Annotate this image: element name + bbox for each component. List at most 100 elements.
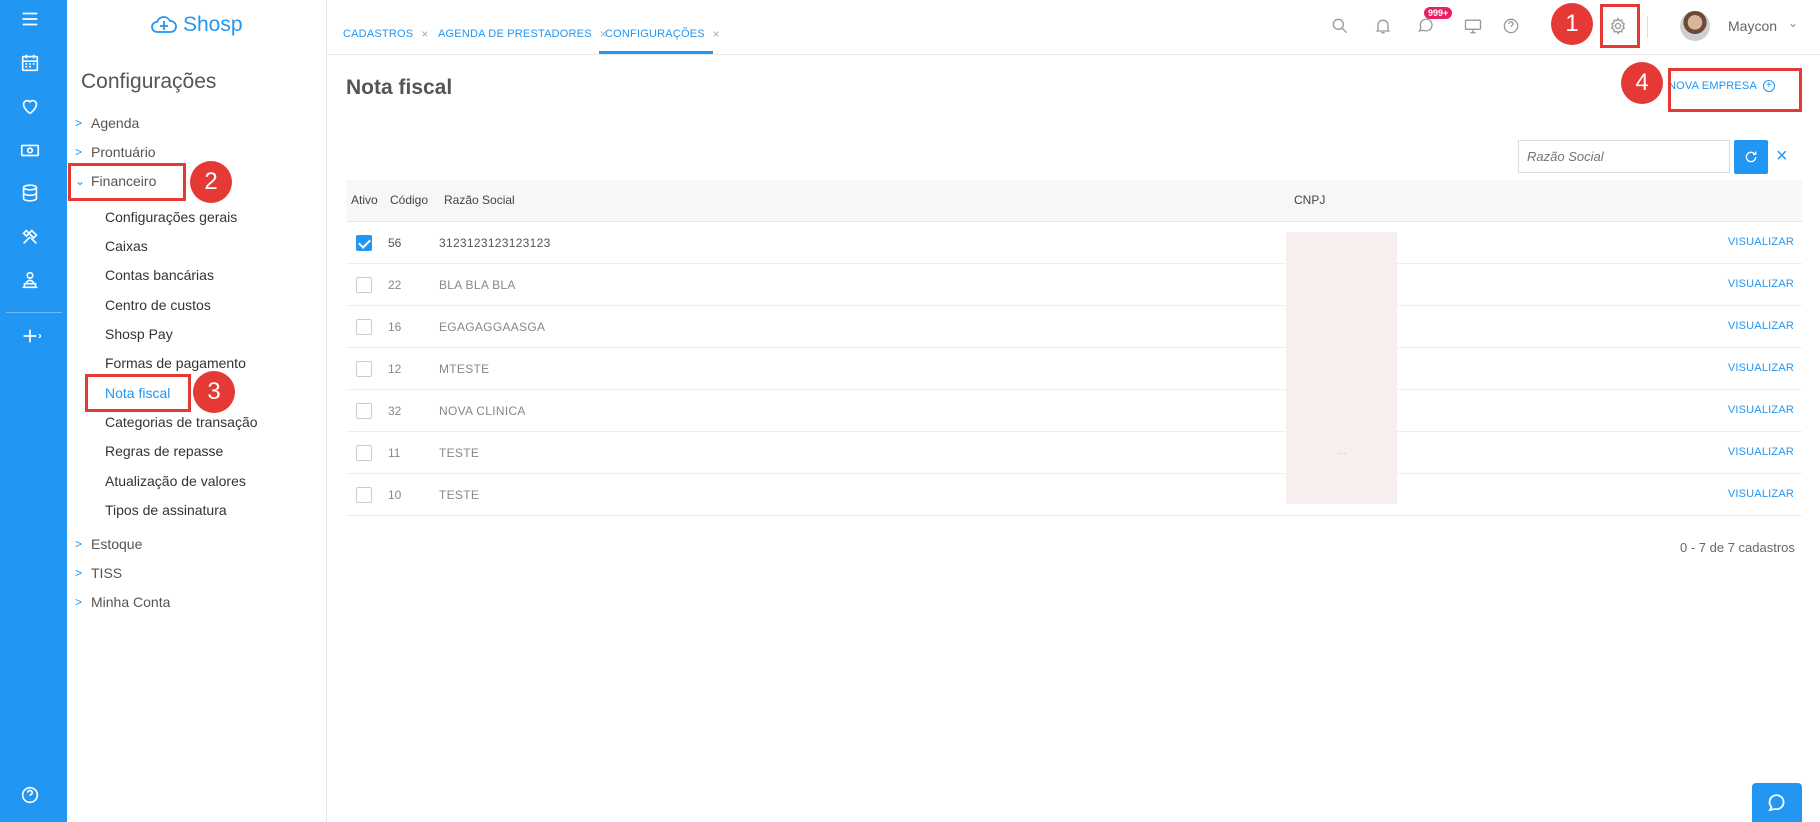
row-code: 56 [388, 236, 402, 250]
chat-widget-button[interactable] [1752, 783, 1802, 822]
help-circle-icon[interactable] [1499, 14, 1523, 38]
annotation-box-nova-empresa [1668, 68, 1802, 112]
column-header-razao-social[interactable]: Razão Social [444, 193, 515, 207]
messages-badge: 999+ [1424, 7, 1453, 19]
chevron-right-icon: > [75, 537, 83, 551]
annotation-number: 1 [1551, 3, 1593, 45]
brand-logo[interactable]: Shosp [149, 12, 243, 38]
active-checkbox[interactable] [356, 445, 372, 461]
column-header-cnpj[interactable]: CNPJ [1294, 193, 1325, 207]
visualizar-link[interactable]: VISUALIZAR [1728, 362, 1794, 374]
help-icon[interactable] [0, 778, 60, 812]
cloud-icon [151, 16, 177, 33]
close-tab-icon[interactable]: × [713, 27, 720, 41]
sidebar-group-tiss[interactable]: > TISS [75, 563, 122, 583]
sidebar-item-configuracoes-gerais[interactable]: Configurações gerais [105, 207, 237, 227]
sidebar-item-atualizacao-de-valores[interactable]: Atualização de valores [105, 471, 246, 491]
annotation-number: 4 [1621, 62, 1663, 104]
user-desk-icon[interactable] [0, 263, 60, 297]
visualizar-link[interactable]: VISUALIZAR [1728, 488, 1794, 500]
rail-divider [6, 312, 62, 313]
column-header-ativo[interactable]: Ativo [351, 193, 378, 207]
annotation-box-nota-fiscal [85, 374, 191, 412]
money-icon[interactable] [0, 133, 60, 167]
pagination-summary: 0 - 7 de 7 cadastros [1680, 540, 1795, 555]
sidebar-item-formas-de-pagamento[interactable]: Formas de pagamento [105, 353, 246, 373]
monitor-icon[interactable] [1461, 14, 1485, 38]
top-bar: CADASTROS × AGENDA DE PRESTADORES × CONF… [327, 0, 1820, 55]
sidebar-item-contas-bancarias[interactable]: Contas bancárias [105, 265, 214, 285]
tab-configuracoes[interactable]: CONFIGURAÇÕES × [605, 27, 720, 41]
row-razao-social: TESTE [439, 446, 480, 460]
row-code: 10 [388, 488, 402, 502]
razao-social-search-input[interactable] [1518, 140, 1730, 173]
chevron-down-icon[interactable]: ⌄ [1788, 16, 1798, 30]
active-checkbox[interactable] [356, 487, 372, 503]
cnpj-redaction [1286, 232, 1397, 504]
chevron-right-icon: > [75, 566, 83, 580]
menu-icon[interactable] [0, 2, 60, 36]
visualizar-link[interactable]: VISUALIZAR [1728, 236, 1794, 248]
visualizar-link[interactable]: VISUALIZAR [1728, 278, 1794, 290]
table-row[interactable]: 32 NOVA CLINICA VISUALIZAR [346, 390, 1802, 432]
sidebar-item-caixas[interactable]: Caixas [105, 236, 148, 256]
sidebar-group-estoque[interactable]: > Estoque [75, 534, 142, 554]
visualizar-link[interactable]: VISUALIZAR [1728, 446, 1794, 458]
sidebar-item-regras-de-repasse[interactable]: Regras de repasse [105, 441, 223, 461]
sidebar-item-centro-de-custos[interactable]: Centro de custos [105, 295, 211, 315]
icon-rail [0, 0, 67, 822]
clear-search-button[interactable]: × [1776, 146, 1788, 166]
sidebar-item-shosp-pay[interactable]: Shosp Pay [105, 324, 173, 344]
sidebar-group-minha-conta[interactable]: > Minha Conta [75, 592, 170, 612]
active-checkbox[interactable] [356, 277, 372, 293]
row-razao-social: TESTE [439, 488, 480, 502]
sidebar-group-prontuario[interactable]: > Prontuário [75, 142, 156, 162]
tools-icon[interactable] [0, 220, 60, 254]
page-title: Nota fiscal [346, 76, 453, 99]
app: Shosp Configurações > Agenda > Prontuári… [0, 0, 1820, 822]
column-header-codigo[interactable]: Código [390, 193, 428, 207]
table-row[interactable]: 11 TESTE VISUALIZAR [346, 432, 1802, 474]
visualizar-link[interactable]: VISUALIZAR [1728, 320, 1794, 332]
active-checkbox[interactable] [356, 361, 372, 377]
active-checkbox[interactable] [356, 319, 372, 335]
active-checkbox[interactable] [356, 235, 372, 251]
database-icon[interactable] [0, 176, 60, 210]
user-name[interactable]: Maycon [1728, 18, 1777, 34]
avatar[interactable] [1680, 11, 1710, 41]
sidebar-title: Configurações [81, 70, 217, 93]
row-code: 16 [388, 320, 402, 334]
annotation-number: 3 [193, 371, 235, 413]
table-row[interactable]: 12 MTESTE VISUALIZAR [346, 348, 1802, 390]
chevron-right-icon: > [75, 595, 83, 609]
chat-bubble-icon [1768, 794, 1785, 812]
sidebar-group-agenda[interactable]: > Agenda [75, 113, 139, 133]
row-code: 12 [388, 362, 402, 376]
row-razao-social: EGAGAGGAASGA [439, 320, 546, 334]
user-divider [1647, 16, 1648, 38]
active-checkbox[interactable] [356, 403, 372, 419]
table-row[interactable]: 10 TESTE VISUALIZAR [346, 474, 1802, 516]
chevron-right-icon: > [75, 116, 83, 130]
visualizar-link[interactable]: VISUALIZAR [1728, 404, 1794, 416]
refresh-button[interactable] [1734, 140, 1768, 174]
table-row[interactable]: 16 EGAGAGGAASGA VISUALIZAR [346, 306, 1802, 348]
tab-agenda-de-prestadores[interactable]: AGENDA DE PRESTADORES × [438, 27, 607, 41]
companies-table: Ativo Código Razão Social CNPJ 56 312312… [346, 180, 1802, 516]
sidebar-item-tipos-de-assinatura[interactable]: Tipos de assinatura [105, 500, 227, 520]
heart-icon[interactable] [0, 89, 60, 123]
close-tab-icon[interactable]: × [421, 27, 428, 41]
bell-icon[interactable] [1371, 14, 1395, 38]
add-icon[interactable] [0, 319, 60, 353]
sidebar-item-categorias-de-transacao[interactable]: Categorias de transação [105, 412, 258, 432]
row-razao-social: NOVA CLINICA [439, 404, 526, 418]
chevron-right-icon: > [75, 145, 83, 159]
search-icon[interactable] [1328, 14, 1352, 38]
calendar-icon[interactable] [0, 46, 60, 80]
table-row[interactable]: 22 BLA BLA BLA VISUALIZAR [346, 264, 1802, 306]
table-row[interactable]: 56 3123123123123123 VISUALIZAR [346, 222, 1802, 264]
row-code: 22 [388, 278, 402, 292]
row-code: 32 [388, 404, 402, 418]
cnpj-ellipsis: ... [1338, 446, 1347, 457]
tab-cadastros[interactable]: CADASTROS × [343, 27, 428, 41]
